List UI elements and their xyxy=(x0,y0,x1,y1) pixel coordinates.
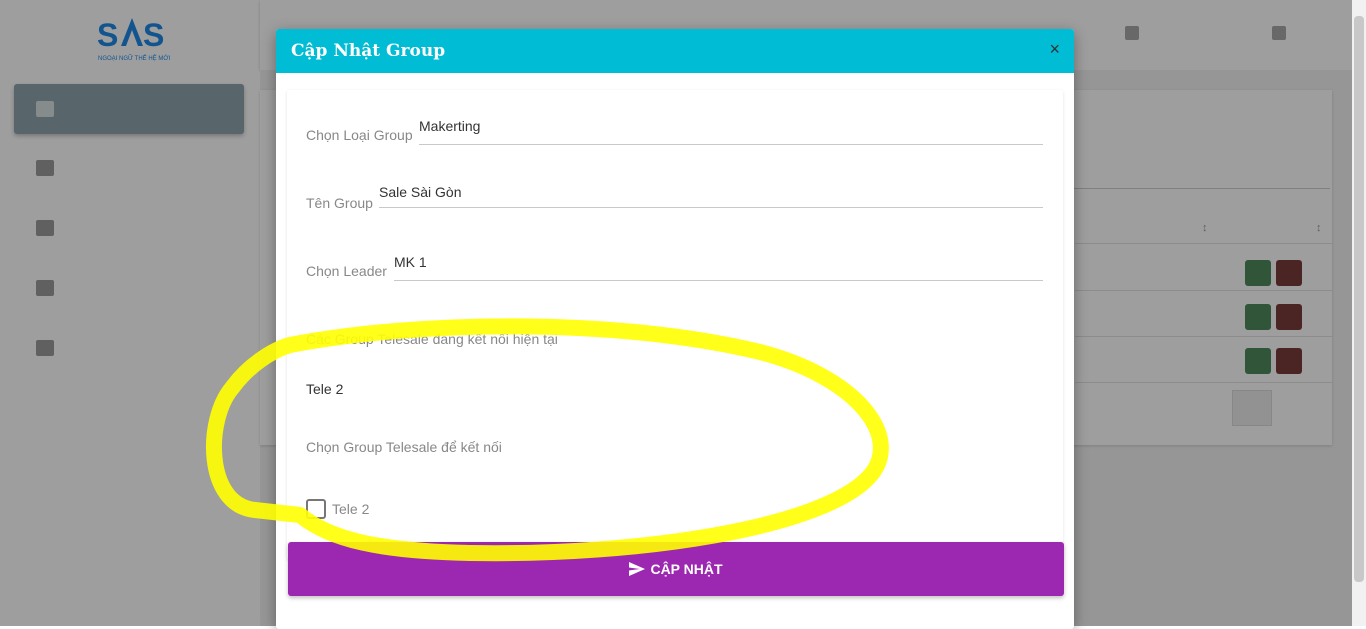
update-button[interactable]: CẬP NHẬT xyxy=(288,542,1064,596)
send-icon xyxy=(629,562,646,576)
leader-label: Chọn Leader xyxy=(306,263,387,279)
group-type-select[interactable]: Makerting xyxy=(419,118,480,134)
group-name-label: Tên Group xyxy=(306,195,373,211)
leader-select[interactable]: MK 1 xyxy=(394,254,427,270)
group-name-underline xyxy=(379,207,1043,208)
group-type-label: Chọn Loại Group xyxy=(306,127,413,143)
choose-groups-heading: Chọn Group Telesale để kết nối xyxy=(306,439,502,455)
close-icon[interactable]: × xyxy=(1049,39,1060,60)
scrollbar-thumb[interactable] xyxy=(1354,16,1364,582)
tele-2-checkbox-label[interactable]: Tele 2 xyxy=(332,501,369,517)
leader-underline xyxy=(394,280,1043,281)
update-group-modal: Cập Nhật Group × Chọn Loại Group Makerti… xyxy=(276,29,1074,629)
update-button-label: CẬP NHẬT xyxy=(650,561,723,577)
connected-group-item: Tele 2 xyxy=(306,381,344,397)
group-type-underline xyxy=(419,144,1043,145)
modal-title: Cập Nhật Group xyxy=(291,41,446,61)
connected-groups-heading: Các Group Telesale đang kết nối hiện tại xyxy=(306,331,558,347)
modal-header: Cập Nhật Group × xyxy=(276,29,1074,73)
group-name-input[interactable]: Sale Sài Gòn xyxy=(379,184,462,200)
form-card: Chọn Loại Group Makerting Tên Group Sale… xyxy=(287,90,1063,560)
tele-2-checkbox[interactable] xyxy=(306,499,326,519)
page-scrollbar[interactable] xyxy=(1352,0,1366,626)
